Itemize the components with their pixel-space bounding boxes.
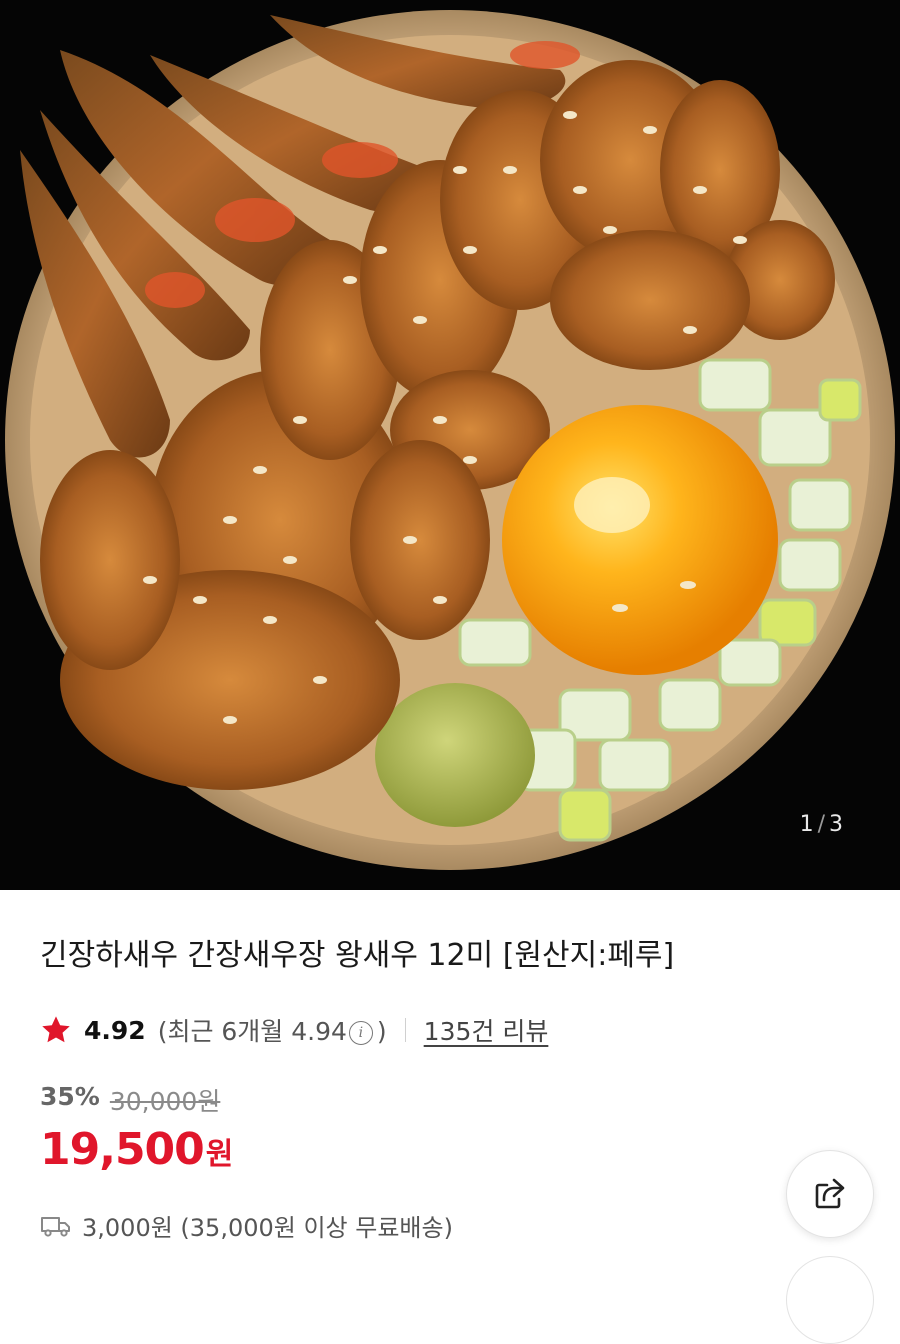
sale-price: 19,500 원: [40, 1124, 233, 1175]
recent-rating-close: ): [376, 1017, 387, 1046]
image-counter-separator: /: [817, 812, 826, 837]
recent-rating-label: (최근 6개월 4.94: [157, 1017, 347, 1046]
original-price: 30,000원: [109, 1087, 221, 1116]
rating-divider: [404, 1018, 406, 1042]
original-price-row: 35% 30,000원: [40, 1082, 220, 1118]
discount-rate: 35%: [40, 1082, 100, 1111]
floating-button-partial[interactable]: [786, 1256, 874, 1344]
star-icon: [42, 1016, 70, 1043]
shipping-info: 3,000원 (35,000원 이상 무료배송): [40, 1208, 453, 1243]
product-title: 긴장하새우 간장새우장 왕새우 12미 [원산지:페루]: [40, 938, 675, 973]
product-image[interactable]: 1/3: [0, 0, 900, 890]
sale-price-number: 19,500: [40, 1124, 205, 1175]
shipping-text: 3,000원 (35,000원 이상 무료배송): [82, 1214, 453, 1242]
image-index: 1: [799, 812, 815, 837]
review-count-link[interactable]: 135건 리뷰: [424, 1012, 549, 1048]
product-photo: [0, 0, 900, 890]
rating-score: 4.92: [84, 1015, 146, 1045]
recent-rating: (최근 6개월 4.94 i): [158, 1012, 387, 1048]
share-button[interactable]: [786, 1150, 874, 1238]
image-counter: 1/3: [800, 812, 844, 837]
truck-icon: [41, 1216, 70, 1237]
share-icon: [815, 1178, 845, 1209]
image-total: 3: [829, 812, 844, 837]
rating-row: 4.92 (최근 6개월 4.94 i) 135건 리뷰: [40, 1010, 548, 1050]
info-icon[interactable]: i: [348, 1021, 373, 1045]
sale-price-unit: 원: [205, 1137, 234, 1172]
